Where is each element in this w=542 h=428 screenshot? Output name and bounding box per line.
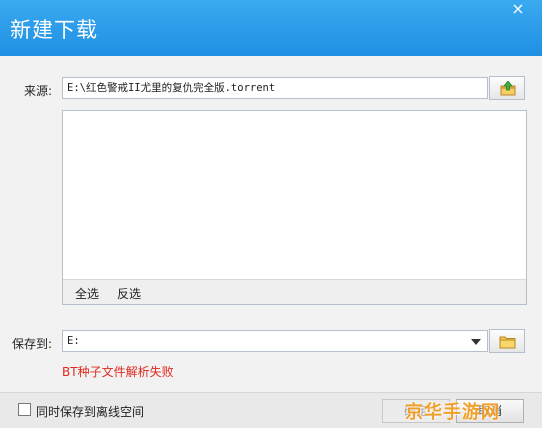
watermark: 京华手游网 bbox=[405, 402, 500, 423]
file-list-footer: 全选 反选 bbox=[63, 279, 526, 304]
offline-space-checkbox[interactable] bbox=[18, 403, 31, 416]
folder-icon bbox=[499, 336, 516, 349]
browse-folder-button[interactable] bbox=[489, 329, 525, 353]
title-bar: 新建下载 × bbox=[0, 0, 542, 56]
window-title: 新建下载 bbox=[10, 18, 98, 42]
save-path-select[interactable]: E: bbox=[62, 330, 488, 352]
close-button[interactable]: × bbox=[508, 0, 528, 20]
open-file-button[interactable] bbox=[489, 76, 525, 100]
open-file-icon bbox=[500, 81, 516, 96]
offline-space-label[interactable]: 同时保存到离线空间 bbox=[36, 403, 144, 420]
invert-selection-link[interactable]: 反选 bbox=[117, 285, 141, 302]
save-to-label: 保存到: bbox=[12, 337, 53, 351]
torrent-file-list[interactable]: 全选 反选 bbox=[62, 110, 527, 305]
error-message: BT种子文件解析失败 bbox=[62, 365, 174, 379]
source-path-field[interactable]: E:\红色警戒II尤里的复仇完全版.torrent bbox=[62, 77, 488, 99]
save-path-value: E: bbox=[67, 335, 80, 347]
chevron-down-icon[interactable] bbox=[471, 339, 481, 345]
source-label: 来源: bbox=[24, 84, 53, 98]
select-all-link[interactable]: 全选 bbox=[75, 285, 99, 302]
